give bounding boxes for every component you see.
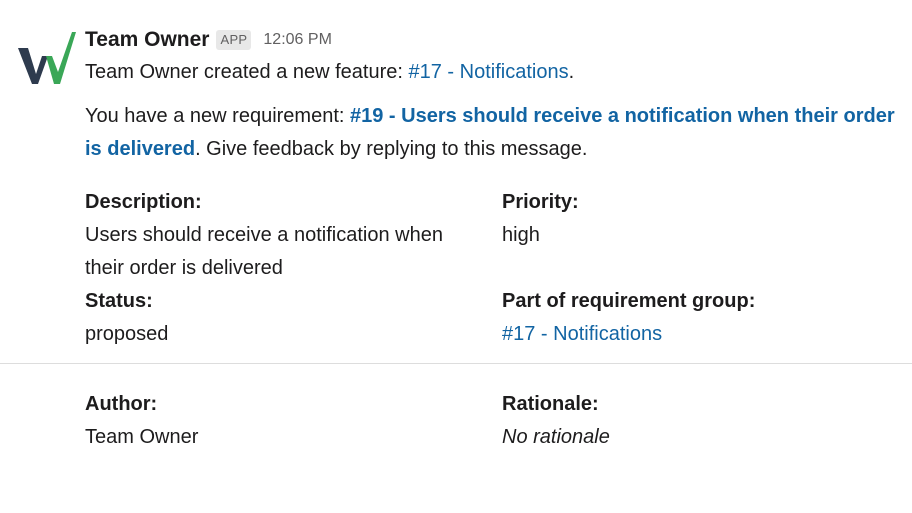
description-label: Description: bbox=[85, 191, 202, 213]
status-field: Status: proposed bbox=[85, 285, 502, 351]
app-logo-icon bbox=[18, 32, 76, 84]
author-value: Team Owner bbox=[85, 426, 199, 448]
description-field: Description: Users should receive a noti… bbox=[85, 186, 502, 285]
fields-grid-bottom: Author: Team Owner Rationale: No rationa… bbox=[85, 388, 912, 454]
priority-label: Priority: bbox=[502, 191, 579, 213]
rationale-field: Rationale: No rationale bbox=[502, 388, 912, 454]
message-header: Team Owner APP 12:06 PM bbox=[85, 24, 912, 56]
feature-created-text: Team Owner created a new feature: bbox=[85, 61, 409, 83]
description-value: Users should receive a notification when… bbox=[85, 224, 443, 279]
group-field: Part of requirement group: #17 - Notific… bbox=[502, 285, 912, 351]
author-field: Author: Team Owner bbox=[85, 388, 502, 454]
feature-link[interactable]: #17 - Notifications bbox=[409, 61, 569, 83]
message-content: Team Owner APP 12:06 PM Team Owner creat… bbox=[0, 24, 912, 454]
message-timestamp[interactable]: 12:06 PM bbox=[263, 31, 331, 49]
priority-value: high bbox=[502, 224, 540, 246]
feedback-text: . Give feedback by replying to this mess… bbox=[195, 138, 588, 160]
app-avatar[interactable] bbox=[16, 30, 76, 84]
requirement-fields: Description: Users should receive a noti… bbox=[0, 186, 912, 454]
app-badge: APP bbox=[216, 30, 252, 50]
fields-divider bbox=[0, 363, 912, 364]
requirement-intro-text: You have a new requirement: bbox=[85, 105, 350, 127]
requirement-paragraph: You have a new requirement: #19 - Users … bbox=[85, 100, 912, 166]
feature-created-suffix: . bbox=[568, 61, 575, 83]
group-link[interactable]: #17 - Notifications bbox=[502, 323, 662, 345]
priority-field: Priority: high bbox=[502, 186, 912, 285]
rationale-value: No rationale bbox=[502, 426, 610, 448]
group-label: Part of requirement group: bbox=[502, 290, 756, 312]
feature-created-line: Team Owner created a new feature: #17 - … bbox=[85, 56, 912, 89]
fields-grid-top: Description: Users should receive a noti… bbox=[85, 186, 912, 351]
sender-name[interactable]: Team Owner bbox=[85, 28, 209, 52]
rationale-label: Rationale: bbox=[502, 393, 599, 415]
status-label: Status: bbox=[85, 290, 153, 312]
status-value: proposed bbox=[85, 323, 169, 345]
author-label: Author: bbox=[85, 393, 158, 415]
